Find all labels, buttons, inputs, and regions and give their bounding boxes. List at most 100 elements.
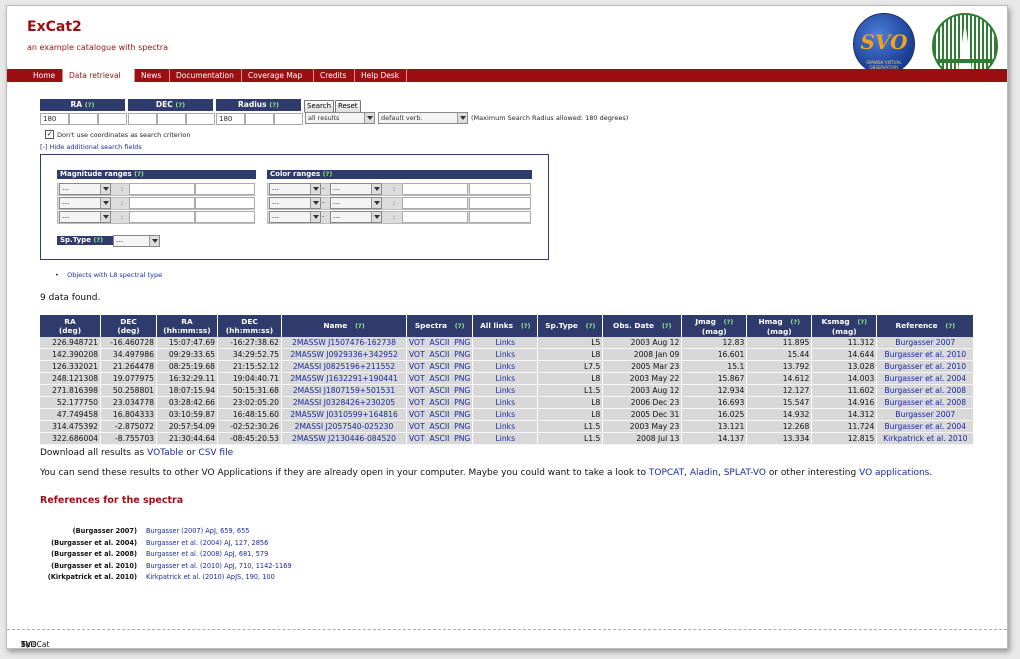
color-min-input[interactable]: [402, 197, 468, 209]
nav-item-news[interactable]: News: [135, 69, 170, 82]
object-name-link[interactable]: 2MASSI J2057540-025230: [295, 422, 394, 431]
all-links-link[interactable]: Links: [496, 350, 516, 359]
ra-seconds-input[interactable]: [98, 113, 127, 125]
png-link[interactable]: PNG: [454, 434, 470, 443]
reference-link[interactable]: Kirkpatrick et al. 2010: [883, 434, 967, 443]
png-link[interactable]: PNG: [454, 386, 470, 395]
vot-link[interactable]: VOT: [409, 386, 425, 395]
object-name-link[interactable]: 2MASSW J1507476-162738: [292, 338, 396, 347]
reference-link[interactable]: Burgasser et al. 2010: [885, 350, 967, 359]
magnitude-band-select[interactable]: ---: [59, 183, 111, 195]
reference-citation-link[interactable]: Kirkpatrick et al. (2010) ApJS, 190, 100: [146, 573, 275, 581]
object-name-link[interactable]: 2MASSI J1807159+501531: [293, 386, 395, 395]
nav-item-coverage-map[interactable]: Coverage Map: [242, 69, 314, 82]
radius-minutes-input[interactable]: [245, 113, 274, 125]
all-links-link[interactable]: Links: [496, 374, 516, 383]
ascii-link[interactable]: ASCII: [430, 398, 450, 407]
vot-link[interactable]: VOT: [409, 398, 425, 407]
svo-logo[interactable]: SVO SPANISH VIRTUAL OBSERVATORY: [853, 13, 915, 75]
png-link[interactable]: PNG: [454, 350, 470, 359]
dec-degrees-input[interactable]: [128, 113, 157, 125]
ascii-link[interactable]: ASCII: [430, 374, 450, 383]
topcat-link[interactable]: TOPCAT: [649, 468, 684, 478]
color-min-input[interactable]: [402, 183, 468, 195]
png-link[interactable]: PNG: [454, 422, 470, 431]
png-link[interactable]: PNG: [454, 374, 470, 383]
l8-objects-link[interactable]: Objects with L8 spectral type: [67, 271, 162, 279]
color-band2-select[interactable]: ---: [330, 197, 382, 209]
nav-item-home[interactable]: Home: [27, 69, 63, 82]
vot-link[interactable]: VOT: [409, 338, 425, 347]
all-links-link[interactable]: Links: [496, 434, 516, 443]
reference-citation-link[interactable]: Burgasser et al. (2010) ApJ, 710, 1142-1…: [146, 562, 292, 570]
magnitude-max-input[interactable]: [195, 211, 255, 223]
color-band2-select[interactable]: ---: [330, 211, 382, 223]
all-links-link[interactable]: Links: [496, 410, 516, 419]
ra-minutes-input[interactable]: [69, 113, 98, 125]
object-name-link[interactable]: 2MASSW J0929336+342952: [290, 350, 398, 359]
reference-link[interactable]: Burgasser et al. 2004: [885, 374, 967, 383]
color-min-input[interactable]: [402, 211, 468, 223]
nav-item-credits[interactable]: Credits: [314, 69, 355, 82]
svo-link[interactable]: SVO: [21, 640, 37, 648]
color-max-input[interactable]: [469, 197, 531, 209]
color-band2-select[interactable]: ---: [330, 183, 382, 195]
nav-item-data-retrieval[interactable]: Data retrieval: [63, 69, 135, 82]
ascii-link[interactable]: ASCII: [430, 350, 450, 359]
ascii-link[interactable]: ASCII: [430, 338, 450, 347]
magnitude-max-input[interactable]: [195, 183, 255, 195]
vot-link[interactable]: VOT: [409, 350, 425, 359]
ascii-link[interactable]: ASCII: [430, 410, 450, 419]
nav-item-documentation[interactable]: Documentation: [170, 69, 242, 82]
no-coords-checkbox[interactable]: ✓: [45, 130, 54, 139]
all-links-link[interactable]: Links: [496, 338, 516, 347]
ra-hours-input[interactable]: 180: [40, 113, 69, 125]
png-link[interactable]: PNG: [454, 362, 470, 371]
ascii-link[interactable]: ASCII: [430, 434, 450, 443]
aladin-link[interactable]: Aladin: [690, 468, 718, 478]
all-links-link[interactable]: Links: [496, 362, 516, 371]
results-select[interactable]: all results: [305, 112, 375, 124]
all-links-link[interactable]: Links: [496, 398, 516, 407]
reference-citation-link[interactable]: Burgasser (2007) ApJ, 659, 655: [146, 527, 249, 535]
hide-fields-link[interactable]: [-] Hide additional search fields: [40, 143, 142, 151]
color-band1-select[interactable]: ---: [269, 197, 321, 209]
png-link[interactable]: PNG: [454, 410, 470, 419]
reference-link[interactable]: Burgasser et al. 2010: [885, 362, 967, 371]
splat-link[interactable]: SPLAT-VO: [724, 468, 766, 478]
ascii-link[interactable]: ASCII: [430, 386, 450, 395]
magnitude-min-input[interactable]: [129, 183, 195, 195]
png-link[interactable]: PNG: [454, 338, 470, 347]
vo-apps-link[interactable]: VO applications: [859, 468, 929, 478]
magnitude-max-input[interactable]: [195, 197, 255, 209]
object-name-link[interactable]: 2MASSI J0328426+230205: [293, 398, 395, 407]
verbosity-select[interactable]: default verb.: [378, 112, 468, 124]
ascii-link[interactable]: ASCII: [430, 362, 450, 371]
reference-link[interactable]: Burgasser 2007: [895, 338, 955, 347]
magnitude-band-select[interactable]: ---: [59, 211, 111, 223]
png-link[interactable]: PNG: [454, 398, 470, 407]
vot-link[interactable]: VOT: [409, 410, 425, 419]
vot-link[interactable]: VOT: [409, 422, 425, 431]
reference-link[interactable]: Burgasser et al. 2008: [885, 398, 967, 407]
color-max-input[interactable]: [469, 183, 531, 195]
object-name-link[interactable]: 2MASSI J0825196+211552: [293, 362, 395, 371]
nav-item-help-desk[interactable]: Help Desk: [355, 69, 407, 82]
reference-citation-link[interactable]: Burgasser et al. (2004) AJ, 127, 2856: [146, 539, 268, 547]
magnitude-min-input[interactable]: [129, 197, 195, 209]
votable-link[interactable]: VOTable: [147, 448, 183, 458]
color-max-input[interactable]: [469, 211, 531, 223]
vot-link[interactable]: VOT: [409, 362, 425, 371]
csv-link[interactable]: CSV file: [198, 448, 233, 458]
reference-link[interactable]: Burgasser 2007: [895, 410, 955, 419]
radius-degrees-input[interactable]: 180: [216, 113, 245, 125]
magnitude-band-select[interactable]: ---: [59, 197, 111, 209]
sptype-select[interactable]: ---: [113, 235, 160, 247]
radius-seconds-input[interactable]: [274, 113, 303, 125]
reference-link[interactable]: Burgasser et al. 2004: [885, 422, 967, 431]
reference-link[interactable]: Burgasser et al. 2008: [885, 386, 967, 395]
dec-seconds-input[interactable]: [186, 113, 215, 125]
all-links-link[interactable]: Links: [496, 386, 516, 395]
object-name-link[interactable]: 2MASSW J1632291+190441: [290, 374, 398, 383]
dec-minutes-input[interactable]: [157, 113, 186, 125]
